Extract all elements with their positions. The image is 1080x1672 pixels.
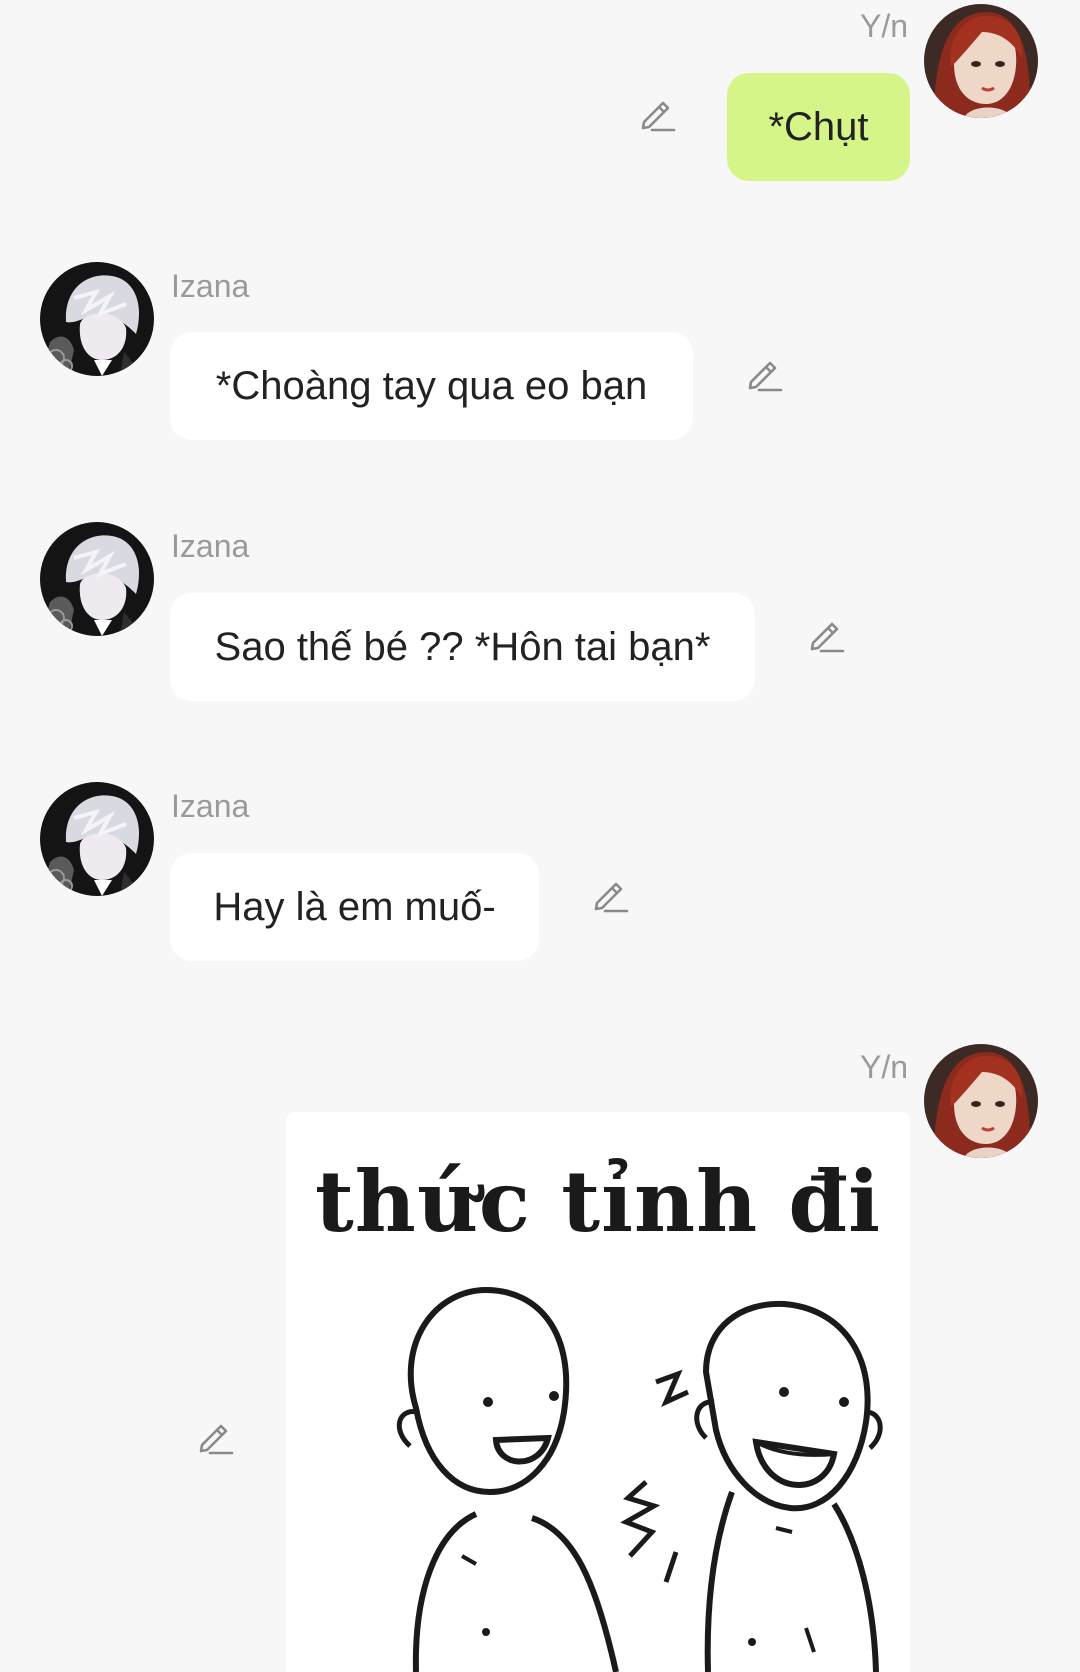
edit-icon[interactable] (194, 1415, 234, 1455)
message-bubble[interactable]: *Choàng tay qua eo bạn (170, 332, 693, 440)
sticker-image[interactable]: thức tỉnh đi (286, 1112, 910, 1672)
message-bubble[interactable]: Sao thế bé ?? *Hôn tai bạn* (170, 593, 755, 701)
message-bubble[interactable]: *Chụt (727, 73, 910, 181)
sender-name: Izana (171, 788, 250, 824)
sender-name: Y/n (859, 1049, 908, 1085)
sender-name: Izana (171, 268, 250, 304)
avatar-izana[interactable] (40, 782, 154, 896)
edit-icon[interactable] (743, 352, 783, 392)
message-text: *Choàng tay qua eo bạn (215, 363, 648, 408)
message-text: *Chụt (768, 104, 869, 149)
message-text: Sao thế bé ?? *Hôn tai bạn* (214, 624, 711, 669)
avatar-izana[interactable] (40, 262, 154, 376)
message-bubble[interactable]: Hay là em muố- (170, 853, 539, 961)
message-text: Hay là em muố- (213, 884, 496, 929)
edit-icon[interactable] (636, 92, 676, 132)
edit-icon[interactable] (805, 613, 845, 653)
sender-name: Izana (171, 528, 250, 564)
avatar-izana[interactable] (40, 522, 154, 636)
sender-name: Y/n (859, 8, 908, 44)
sticker-drawing (396, 1286, 883, 1672)
edit-icon[interactable] (589, 873, 629, 913)
avatar-yn[interactable] (924, 4, 1038, 118)
avatar-yn[interactable] (924, 1044, 1038, 1158)
